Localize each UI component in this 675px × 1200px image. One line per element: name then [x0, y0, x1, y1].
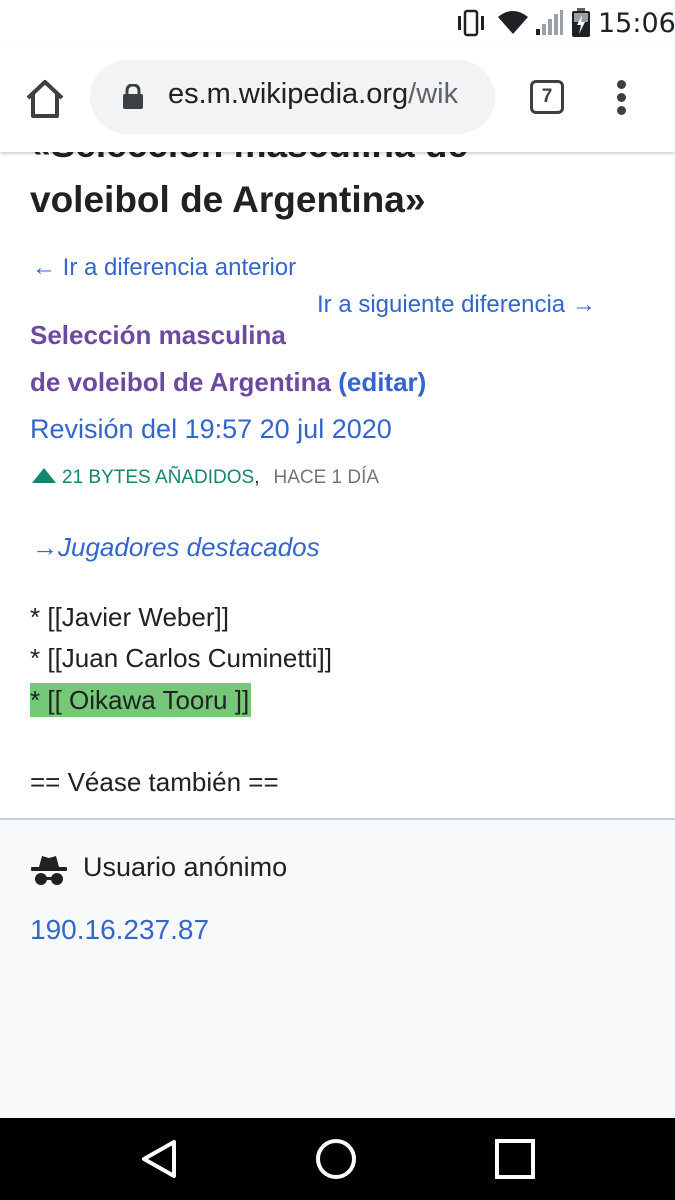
home-icon[interactable]	[22, 76, 68, 122]
battery-charging-icon	[572, 8, 590, 37]
edit-link[interactable]: (editar)	[338, 367, 426, 397]
diff-line-added: * [[ Oikawa Tooru ]]	[30, 683, 252, 717]
url-host: es.m.wikipedia.org	[168, 78, 409, 110]
user-info: Usuario anónimo 190.16.237.87	[0, 818, 675, 1118]
home-circle-icon[interactable]	[314, 1137, 358, 1181]
increase-triangle-icon	[32, 468, 56, 483]
article-title-link-2[interactable]: de voleibol de Argentina	[30, 367, 331, 397]
more-menu-icon[interactable]	[608, 78, 636, 118]
diff-title-line-1: «Selección masculina de	[30, 152, 468, 166]
recents-square-icon[interactable]	[494, 1138, 536, 1180]
anonymous-user-icon	[31, 856, 67, 885]
diff-line: * [[Juan Carlos Cuminetti]]	[30, 643, 333, 673]
ip-address-link[interactable]: 190.16.237.87	[30, 914, 209, 946]
diff-line: * [[Javier Weber]]	[30, 602, 229, 632]
diff-title-line-2: voleibol de Argentina»	[30, 179, 426, 220]
navigation-bar	[0, 1118, 675, 1200]
next-diff-link[interactable]: Ir a siguiente diferencia →	[317, 291, 596, 319]
bytes-info: 21 BYTES AÑADIDOS, HACE 1 DÍA	[32, 467, 379, 489]
previous-diff-link[interactable]: ← Ir a diferencia anterior	[32, 254, 296, 282]
revision-link[interactable]: Revisión del 19:57 20 jul 2020	[30, 414, 392, 445]
separator: ,	[254, 467, 260, 488]
diff-content: «Selección masculina de voleibol de Arge…	[0, 152, 675, 818]
article-title-line-2: de voleibol de Argentina (editar)	[30, 367, 426, 398]
diff-line: == Véase también ==	[30, 767, 279, 797]
address-bar[interactable]: es.m.wikipedia.org/wik	[90, 60, 495, 134]
url-text: es.m.wikipedia.org/wik	[168, 78, 458, 111]
lock-icon	[123, 84, 143, 109]
anonymous-user-label: Usuario anónimo	[83, 852, 288, 882]
article-title-link[interactable]: Selección masculina	[30, 320, 286, 351]
back-triangle-icon[interactable]	[138, 1138, 180, 1180]
browser-toolbar: es.m.wikipedia.org/wik 7	[0, 48, 675, 152]
vibrate-icon	[458, 9, 484, 37]
cell-signal-icon	[536, 10, 563, 35]
status-bar: 15:06	[0, 0, 675, 48]
time-ago: HACE 1 DÍA	[273, 467, 380, 488]
tab-switcher-icon[interactable]: 7	[530, 80, 564, 114]
section-comment-link[interactable]: →Jugadores destacados	[32, 532, 320, 563]
status-clock: 15:06	[598, 8, 675, 39]
bytes-added: 21 BYTES AÑADIDOS	[62, 467, 255, 488]
url-path: /wik	[408, 78, 459, 110]
wifi-icon	[498, 11, 528, 34]
